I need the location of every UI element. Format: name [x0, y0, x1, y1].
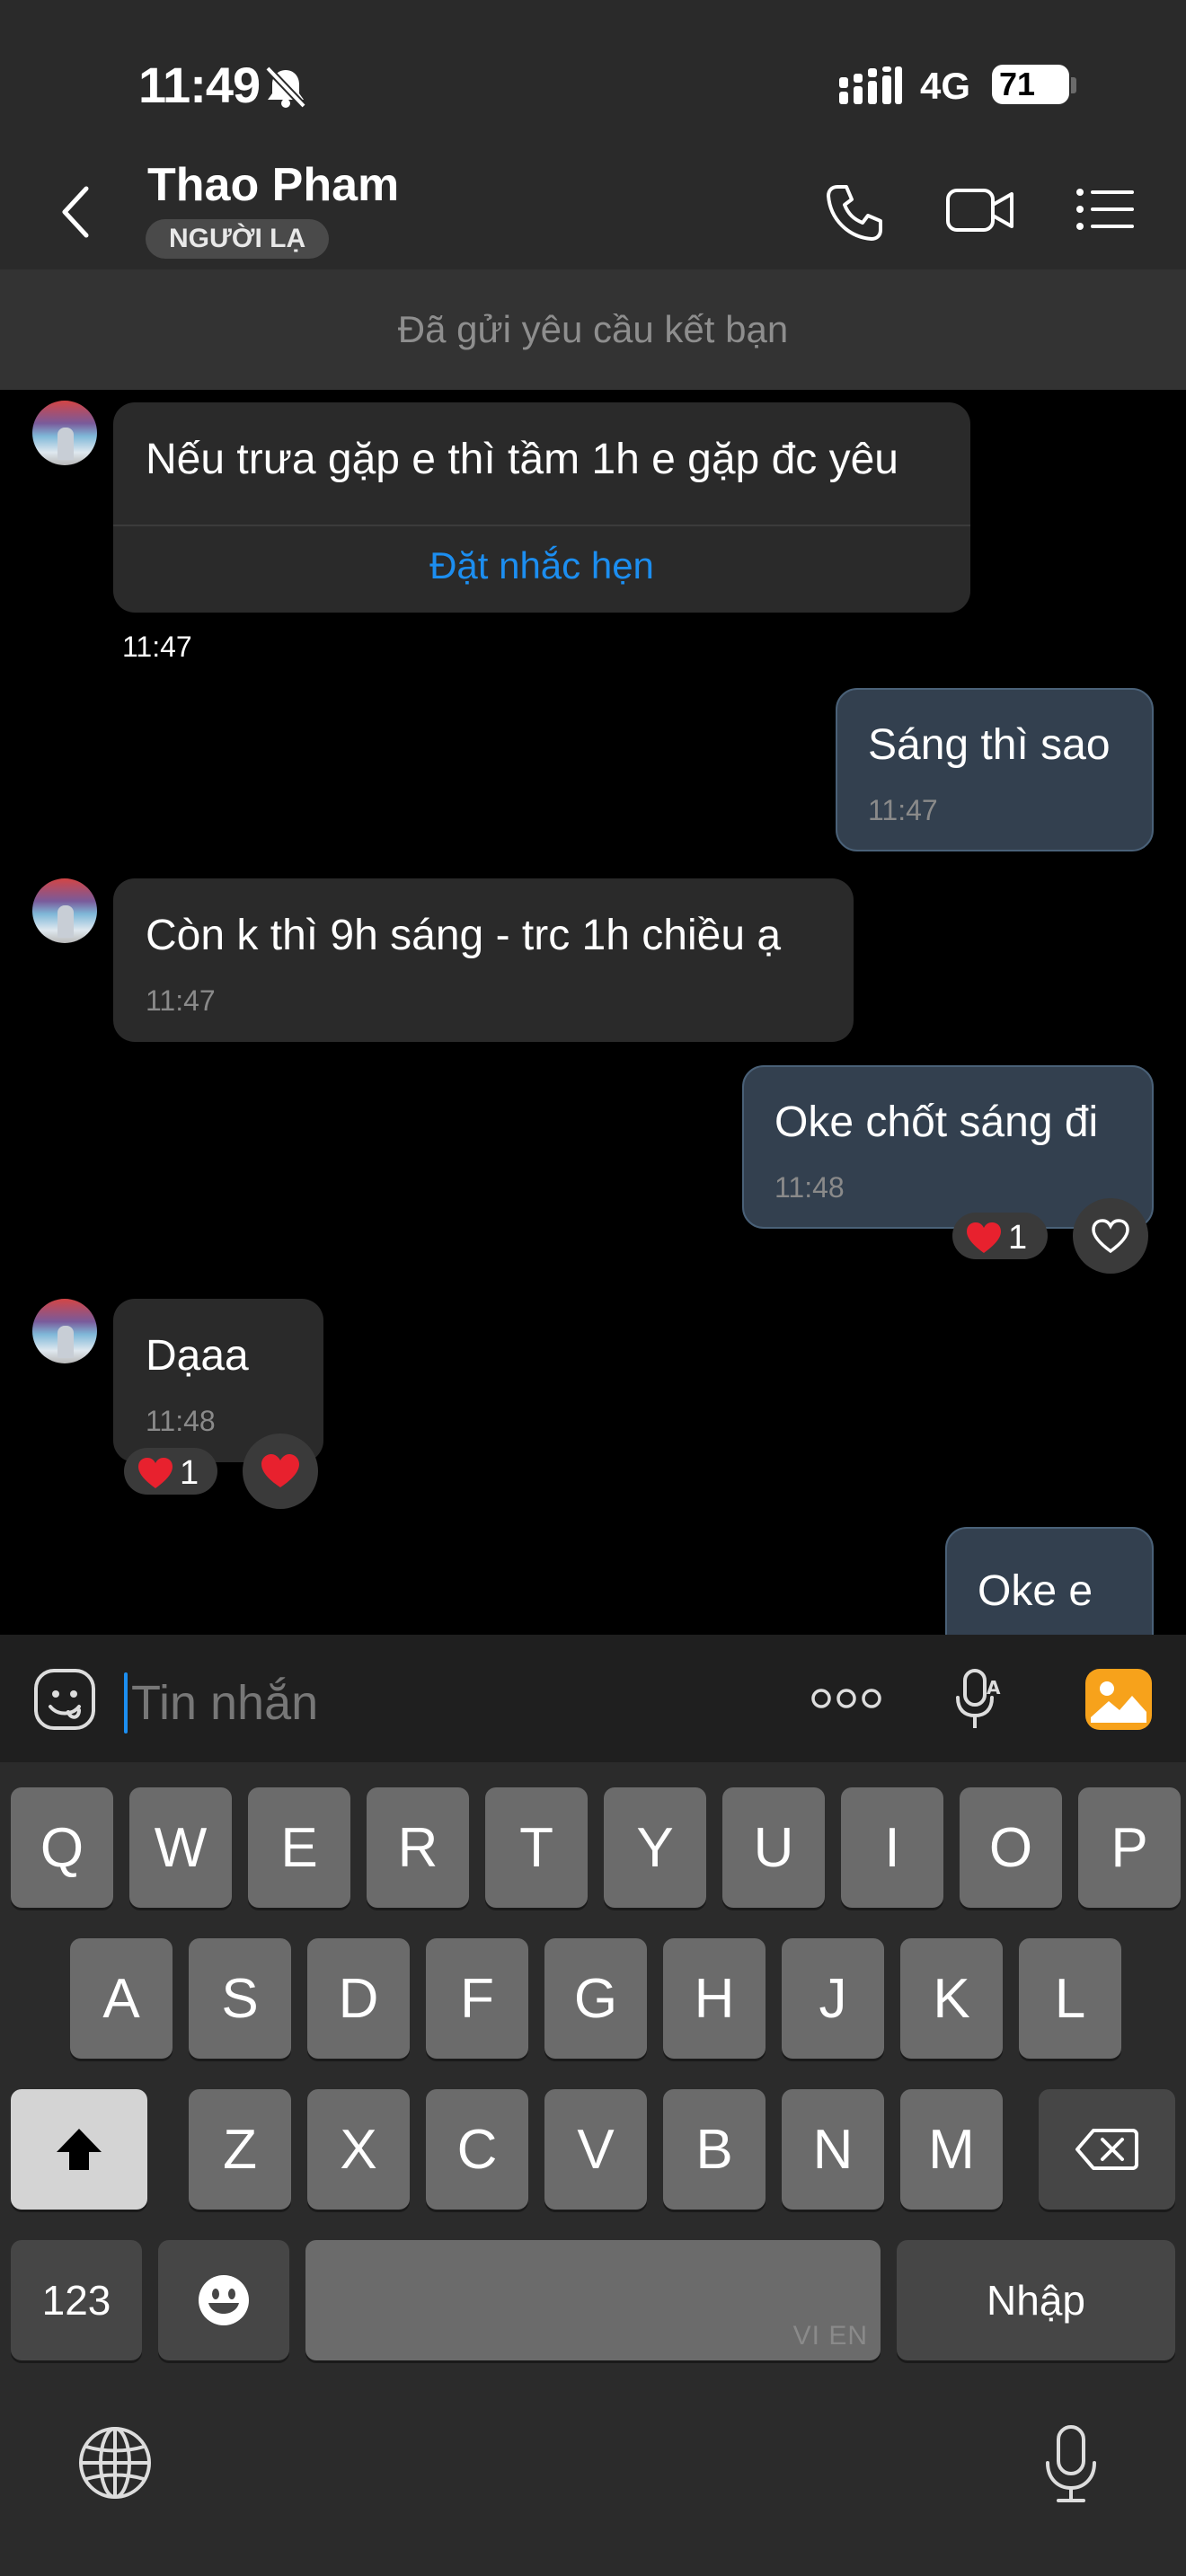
bubble-divider — [113, 525, 970, 526]
key-i[interactable]: I — [841, 1787, 943, 1908]
globe-icon[interactable] — [77, 2425, 153, 2501]
key-z[interactable]: Z — [189, 2089, 291, 2210]
key-m[interactable]: M — [900, 2089, 1003, 2210]
avatar[interactable] — [32, 878, 97, 943]
key-s[interactable]: S — [189, 1938, 291, 2059]
backspace-icon — [1075, 2129, 1138, 2170]
key-t[interactable]: T — [485, 1787, 588, 1908]
message-text: Oke e — [978, 1567, 1093, 1615]
language-hint: VI EN — [792, 2321, 868, 2351]
message-text: Oke chốt sáng đi — [774, 1098, 1099, 1146]
add-reaction-button[interactable] — [1073, 1198, 1148, 1274]
message-text: Còn k thì 9h sáng - trc 1h chiều ạ — [146, 912, 782, 959]
return-key[interactable]: Nhập — [897, 2240, 1175, 2360]
space-key[interactable]: VI EN — [305, 2240, 881, 2360]
key-n[interactable]: N — [782, 2089, 884, 2210]
key-r[interactable]: R — [367, 1787, 469, 1908]
key-u[interactable]: U — [722, 1787, 825, 1908]
reaction-summary[interactable]: 1 — [952, 1213, 1048, 1259]
key-b[interactable]: B — [663, 2089, 766, 2210]
phone-icon[interactable] — [825, 183, 884, 243]
backspace-key[interactable] — [1039, 2089, 1175, 2210]
image-picker-button[interactable] — [1085, 1669, 1152, 1730]
key-o[interactable]: O — [960, 1787, 1062, 1908]
stranger-badge: NGƯỜI LẠ — [146, 219, 330, 259]
bell-muted-icon — [265, 66, 306, 109]
status-time: 11:49 — [138, 57, 261, 113]
signal-icon — [839, 66, 902, 104]
message-text: Sáng thì sao — [868, 721, 1111, 769]
more-options-icon[interactable] — [810, 1687, 882, 1710]
key-w[interactable]: W — [129, 1787, 232, 1908]
avatar[interactable] — [32, 401, 97, 465]
key-l[interactable]: L — [1019, 1938, 1121, 2059]
message-time: 11:47 — [122, 631, 192, 663]
key-p[interactable]: P — [1078, 1787, 1181, 1908]
reaction-count: 1 — [1008, 1218, 1028, 1257]
svg-text:A: A — [987, 1677, 1001, 1698]
video-call-icon[interactable] — [945, 185, 1015, 235]
message-text: Dạaa — [146, 1332, 249, 1380]
heart-icon — [138, 1457, 173, 1488]
add-reaction-button[interactable] — [243, 1434, 318, 1509]
message-input[interactable]: Tin nhắn — [131, 1672, 318, 1734]
reaction-summary[interactable]: 1 — [124, 1448, 217, 1495]
shift-icon — [57, 2129, 102, 2170]
shift-key[interactable] — [11, 2089, 147, 2210]
key-c[interactable]: C — [426, 2089, 528, 2210]
menu-list-icon[interactable] — [1075, 187, 1136, 232]
sticker-icon[interactable] — [32, 1667, 97, 1732]
voice-to-text-icon[interactable]: A — [954, 1667, 1005, 1732]
heart-icon — [967, 1222, 1001, 1253]
key-q[interactable]: Q — [11, 1787, 113, 1908]
message-time: 11:48 — [774, 1171, 845, 1204]
key-g[interactable]: G — [544, 1938, 647, 2059]
key-v[interactable]: V — [544, 2089, 647, 2210]
key-a[interactable]: A — [70, 1938, 173, 2059]
message-bubble-incoming[interactable] — [113, 878, 854, 1042]
network-type: 4G — [920, 65, 971, 107]
text-cursor — [124, 1672, 128, 1734]
emoji-icon — [199, 2275, 249, 2325]
message-clip: Oke e — [0, 1527, 1186, 1635]
contact-name[interactable]: Thao Pham — [147, 158, 399, 212]
key-d[interactable]: D — [307, 1938, 410, 2059]
message-time: 11:47 — [146, 984, 216, 1017]
emoji-key[interactable] — [158, 2240, 289, 2360]
key-k[interactable]: K — [900, 1938, 1003, 2059]
key-e[interactable]: E — [248, 1787, 350, 1908]
dictation-mic-icon[interactable] — [1044, 2423, 1098, 2504]
numbers-key[interactable]: 123 — [11, 2240, 142, 2360]
back-icon[interactable] — [59, 185, 95, 239]
message-time: 11:47 — [868, 794, 938, 826]
friend-request-banner: Đã gửi yêu cầu kết bạn — [0, 269, 1186, 390]
key-y[interactable]: Y — [604, 1787, 706, 1908]
reaction-count: 1 — [180, 1453, 199, 1492]
message-text: Nếu trưa gặp e thì tầm 1h e gặp đc yêu — [146, 436, 898, 483]
heart-icon — [261, 1454, 299, 1487]
heart-outline-icon — [1092, 1219, 1129, 1254]
battery-icon — [1071, 77, 1076, 93]
message-time: 11:48 — [146, 1405, 216, 1437]
image-icon — [1091, 1681, 1146, 1723]
key-h[interactable]: H — [663, 1938, 766, 2059]
key-f[interactable]: F — [426, 1938, 528, 2059]
avatar[interactable] — [32, 1299, 97, 1363]
key-x[interactable]: X — [307, 2089, 410, 2210]
battery-level: 71 — [992, 65, 1069, 104]
set-reminder-button[interactable]: Đặt nhắc hẹn — [113, 544, 970, 587]
key-j[interactable]: J — [782, 1938, 884, 2059]
